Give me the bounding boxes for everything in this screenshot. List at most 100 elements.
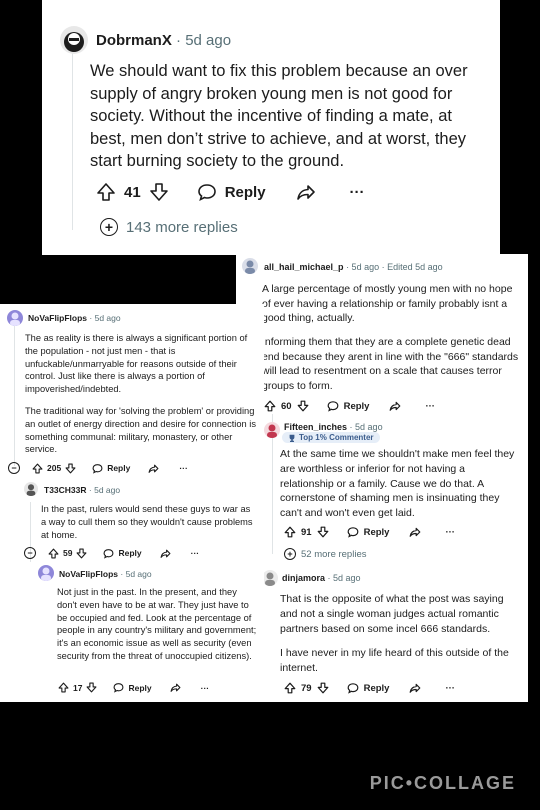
avatar[interactable]: [242, 258, 258, 274]
reply-icon[interactable]: [113, 682, 124, 693]
more-options-button[interactable]: ···: [425, 401, 435, 412]
avatar-icon: [267, 424, 277, 438]
downvote-icon[interactable]: [149, 182, 169, 202]
timestamp: 5d ago: [185, 32, 232, 49]
username[interactable]: T33CH33R: [44, 485, 87, 495]
comment-body-paragraph-2: Informing them that they are a complete …: [262, 336, 519, 392]
timestamp: · 5d ago · Edited 5d ago: [346, 262, 443, 272]
reply-icon[interactable]: [92, 463, 103, 474]
timestamp: · 5d ago: [88, 485, 121, 495]
plus-circle-icon: +: [284, 548, 296, 560]
upvote-icon[interactable]: [284, 682, 296, 694]
more-replies-link[interactable]: + 143 more replies: [100, 218, 238, 236]
avatar[interactable]: [7, 310, 23, 326]
upvote-icon[interactable]: [48, 548, 59, 559]
thread-line: [72, 52, 73, 230]
reply-icon[interactable]: [327, 400, 339, 412]
comment-card-novaflipflops: NoVaFlipFlops · 5d ago The as reality is…: [0, 304, 264, 702]
more-replies-label: 52 more replies: [301, 548, 367, 560]
more-replies-label: 143 more replies: [126, 218, 238, 236]
reply-button[interactable]: Reply: [364, 527, 390, 538]
top-commenter-badge: Top 1% Commenter: [282, 432, 380, 443]
reply-icon[interactable]: [347, 526, 359, 538]
avatar[interactable]: [262, 570, 278, 586]
downvote-icon[interactable]: [297, 400, 309, 412]
trophy-icon: [289, 434, 295, 442]
reply-button[interactable]: Reply: [118, 548, 141, 558]
thread-line: [14, 326, 15, 466]
more-options-button[interactable]: ···: [350, 184, 365, 201]
watermark: PIC•COLLAGE: [369, 773, 516, 793]
reply-button[interactable]: Reply: [225, 184, 266, 201]
avatar-icon: [265, 572, 275, 586]
more-options-button[interactable]: ···: [179, 463, 188, 473]
downvote-icon[interactable]: [317, 526, 329, 538]
comment-body-paragraph-2: The traditional way for 'solving the pro…: [25, 406, 257, 455]
avatar-icon: [245, 260, 255, 274]
timestamp: · 5d ago: [89, 313, 121, 323]
avatar[interactable]: [264, 422, 280, 438]
comment-body: Not just in the past. In the present, an…: [57, 587, 257, 661]
vote-count: 79: [301, 682, 312, 694]
upvote-icon[interactable]: [58, 682, 69, 693]
comment-body: At the same time we shouldn't make men f…: [280, 448, 515, 520]
share-icon[interactable]: [170, 682, 181, 693]
share-icon[interactable]: [296, 182, 316, 202]
reply-icon[interactable]: [103, 548, 114, 559]
comment-card-dobrmanx: DobrmanX · 5d ago We should want to fix …: [42, 0, 500, 255]
share-icon[interactable]: [148, 463, 159, 474]
vote-count: 205: [47, 463, 62, 473]
collapse-button[interactable]: −: [8, 462, 20, 474]
upvote-icon[interactable]: [32, 463, 43, 474]
avatar[interactable]: [60, 26, 88, 54]
reply-button[interactable]: Reply: [107, 463, 130, 473]
timestamp: · 5d ago: [120, 569, 152, 579]
more-options-button[interactable]: ···: [445, 683, 455, 694]
vote-count: 41: [124, 183, 141, 201]
avatar-icon: [64, 32, 84, 52]
avatar[interactable]: [38, 565, 54, 581]
more-options-button[interactable]: ···: [445, 527, 455, 538]
more-replies-link[interactable]: + 52 more replies: [284, 548, 366, 560]
comment-card-all-hail-michael-p: all_hail_michael_p · 5d ago · Edited 5d …: [236, 254, 528, 702]
username[interactable]: dinjamora: [282, 573, 325, 583]
downvote-icon[interactable]: [86, 682, 97, 693]
collapse-button[interactable]: −: [24, 547, 36, 559]
more-options-button[interactable]: ···: [201, 683, 210, 693]
downvote-icon[interactable]: [76, 548, 87, 559]
upvote-icon[interactable]: [96, 182, 116, 202]
username[interactable]: Fifteen_inches: [284, 422, 347, 432]
reply-icon[interactable]: [197, 182, 217, 202]
username[interactable]: all_hail_michael_p: [264, 262, 344, 272]
reply-button[interactable]: Reply: [128, 683, 151, 693]
timestamp: · 5d ago: [327, 573, 361, 583]
plus-circle-icon: +: [100, 218, 118, 236]
share-icon[interactable]: [409, 682, 421, 694]
vote-count: 91: [301, 526, 312, 538]
upvote-icon[interactable]: [264, 400, 276, 412]
username[interactable]: NoVaFlipFlops: [28, 313, 87, 323]
downvote-icon[interactable]: [317, 682, 329, 694]
reply-button[interactable]: Reply: [344, 401, 370, 412]
comment-body-paragraph-2: I have never in my life heard of this ou…: [280, 647, 509, 674]
badge-label: Top 1% Commenter: [299, 433, 374, 442]
vote-count: 59: [63, 548, 73, 558]
avatar-icon: [10, 312, 20, 326]
reply-icon[interactable]: [347, 682, 359, 694]
share-icon[interactable]: [389, 400, 401, 412]
share-icon[interactable]: [160, 548, 171, 559]
username[interactable]: NoVaFlipFlops: [59, 569, 118, 579]
avatar[interactable]: [24, 482, 38, 496]
share-icon[interactable]: [409, 526, 421, 538]
reply-button[interactable]: Reply: [364, 683, 390, 694]
avatar-icon: [26, 484, 36, 496]
vote-count: 60: [281, 400, 292, 412]
separator: ·: [176, 32, 182, 49]
downvote-icon[interactable]: [65, 463, 76, 474]
comment-body-paragraph-1: A large percentage of mostly young men w…: [262, 283, 513, 324]
comment-body: In the past, rulers would send these guy…: [41, 504, 253, 540]
username[interactable]: DobrmanX: [96, 32, 172, 49]
more-options-button[interactable]: ···: [191, 548, 200, 558]
comment-body-paragraph-1: The as reality is there is always a sign…: [25, 333, 248, 395]
upvote-icon[interactable]: [284, 526, 296, 538]
